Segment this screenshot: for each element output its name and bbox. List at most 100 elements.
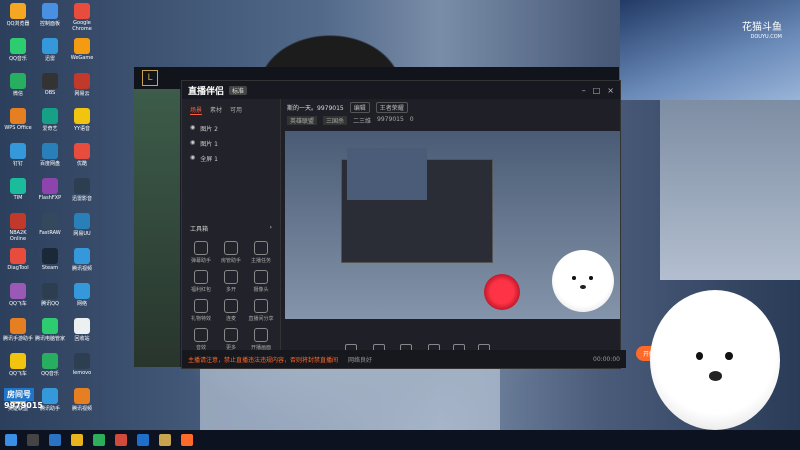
desktop-icon[interactable]: 腾讯视频 <box>66 388 98 412</box>
desktop-icon[interactable]: FastRAW <box>34 213 66 236</box>
windows-start-icon[interactable] <box>5 434 17 446</box>
tool-icon <box>194 328 208 342</box>
tool-item[interactable]: 更多 <box>216 328 246 351</box>
desktop-icon[interactable]: 腾讯QQ <box>34 283 66 307</box>
desktop-icon[interactable]: TIM <box>2 178 34 201</box>
desktop-icon[interactable]: 优酷 <box>66 143 98 167</box>
desktop-icon[interactable]: 控制面板 <box>34 3 66 27</box>
desktop-icon-label: WPS Office <box>4 125 32 131</box>
qq-icon[interactable] <box>137 434 149 446</box>
streaming-app-window[interactable]: 直播伴侣 标准 – □ × 场景 素材 可用 ◉ 图片 2 ◉ 图片 1 ◉ 全屏 1… <box>181 80 674 369</box>
tool-item[interactable]: 摄像头 <box>246 270 276 293</box>
wechat-icon[interactable] <box>93 434 105 446</box>
desktop-icon[interactable]: NBA2K Online <box>2 213 34 242</box>
desktop-icon[interactable]: WeGame <box>66 38 98 61</box>
desktop-icon[interactable]: 微信 <box>2 73 34 97</box>
app-icon <box>10 353 26 369</box>
scene-item[interactable]: ◉ 全屏 1 <box>182 151 280 166</box>
tool-item[interactable]: 多开 <box>216 270 246 293</box>
desktop-icon[interactable]: YY语音 <box>66 108 98 132</box>
desktop-icon[interactable]: QQ音乐 <box>34 353 66 377</box>
app-icon <box>74 73 90 89</box>
category-tag[interactable]: 英雄联盟 <box>287 116 318 125</box>
tool-item[interactable]: 福利红包 <box>186 270 216 293</box>
desktop-icon[interactable]: QQ飞车 <box>2 353 34 377</box>
panel-tabs: 场景 素材 可用 <box>182 99 280 121</box>
desktop-icon[interactable]: WPS Office <box>2 108 34 131</box>
app-icon <box>10 248 26 264</box>
minimize-icon[interactable]: – <box>582 86 586 95</box>
search-icon[interactable] <box>27 434 39 446</box>
tool-item[interactable]: 连麦 <box>216 299 246 322</box>
app-icon <box>74 38 90 54</box>
maximize-icon[interactable]: □ <box>593 86 601 95</box>
tool-label: 房管助手 <box>220 258 241 264</box>
desktop-icon[interactable]: 腾讯视频 <box>66 248 98 272</box>
viewer-count: 0 <box>409 116 414 123</box>
eye-icon[interactable]: ◉ <box>190 154 195 163</box>
scene-item[interactable]: ◉ 图片 2 <box>182 121 280 136</box>
chevron-right-icon[interactable]: › <box>270 224 272 233</box>
desktop-icon[interactable]: QQ音乐 <box>2 38 34 62</box>
desktop-icon-label: 腾讯视频 <box>71 266 92 272</box>
eye-icon[interactable]: ◉ <box>190 139 195 148</box>
tab-available[interactable]: 可用 <box>230 105 242 115</box>
lol-taskbar-icon[interactable] <box>159 434 171 446</box>
desktop-icon-label: 优酷 <box>76 161 87 167</box>
close-icon[interactable]: × <box>607 86 614 95</box>
desktop-icon-label: FlashFXP <box>38 195 62 201</box>
app-icon <box>10 178 26 194</box>
desktop-icon[interactable]: 网络 <box>66 283 98 307</box>
desktop-icon[interactable]: QQ浏览器 <box>2 3 34 27</box>
desktop-icon[interactable]: 迅雷 <box>34 38 66 62</box>
desktop-icon-label: QQ飞车 <box>9 371 27 377</box>
tool-item[interactable]: 弹幕助手 <box>186 241 216 264</box>
desktop-icon-label: 迅雷影音 <box>71 196 92 202</box>
room-number: 9979015 <box>4 401 43 410</box>
desktop-icon[interactable]: 迅雷影音 <box>66 178 98 202</box>
stream-app-taskbar-icon[interactable] <box>181 434 193 446</box>
app-icon <box>42 178 58 194</box>
desktop-icon[interactable]: Google Chrome <box>66 3 98 32</box>
edit-button[interactable]: 编辑 <box>349 102 370 113</box>
tool-label: 福利红包 <box>190 287 211 293</box>
tool-item[interactable]: 主播任务 <box>246 241 276 264</box>
app-header: 直播伴侣 标准 – □ × <box>182 81 620 99</box>
desktop-icon-label: WeGame <box>70 55 94 61</box>
desktop-icon[interactable]: 百度网盘 <box>34 143 66 167</box>
desktop-icon[interactable]: Steam <box>34 248 66 271</box>
tab-scenes[interactable]: 场景 <box>190 105 203 115</box>
eye-icon[interactable]: ◉ <box>190 124 195 133</box>
desktop-icon[interactable]: DiagTool <box>2 248 34 271</box>
tab-materials[interactable]: 素材 <box>210 105 222 115</box>
desktop-icon[interactable]: 腾讯电脑管家 <box>34 318 66 342</box>
tool-item[interactable]: 礼物特效 <box>186 299 216 322</box>
desktop-icon[interactable]: 爱奇艺 <box>34 108 66 132</box>
scene-panel: 场景 素材 可用 ◉ 图片 2 ◉ 图片 1 ◉ 全屏 1 工具箱 › 弹幕助手 房管助… <box>182 99 281 368</box>
desktop-icon[interactable]: 网易UU <box>66 213 98 237</box>
tool-item[interactable]: 音效 <box>186 328 216 351</box>
folder-icon[interactable] <box>71 434 83 446</box>
desktop-icon[interactable]: FlashFXP <box>34 178 66 201</box>
desktop-icon-label: TIM <box>13 195 23 201</box>
platform-selector[interactable]: 王者荣耀 <box>375 102 408 113</box>
desktop-icon[interactable]: QQ飞车 <box>2 283 34 307</box>
desktop-icon[interactable]: OBS <box>34 73 66 96</box>
chrome-icon[interactable] <box>115 434 127 446</box>
tool-icon <box>194 241 208 255</box>
desktop-icon[interactable]: lemovo <box>66 353 98 376</box>
desktop-icon[interactable]: 钉钉 <box>2 143 34 167</box>
desktop-icon[interactable]: 腾讯手游助手 <box>2 318 34 342</box>
desktop-icon[interactable]: 网易云 <box>66 73 98 97</box>
scene-item[interactable]: ◉ 图片 1 <box>182 136 280 151</box>
edge-icon[interactable] <box>49 434 61 446</box>
desktop-icon-label: YY语音 <box>73 126 91 132</box>
tool-item[interactable]: 直播间分享 <box>246 299 276 322</box>
desktop-icon-label: OBS <box>44 90 56 96</box>
desktop-icons: QQ浏览器 控制面板 Google Chrome QQ音乐 迅雷 WeGame 微信 OBS 网… <box>0 0 105 430</box>
tool-item[interactable]: 房管助手 <box>216 241 246 264</box>
desktop-icon[interactable]: 回收站 <box>66 318 98 342</box>
category-tag-2[interactable]: 三国杀 <box>323 116 348 125</box>
desktop-icon-label: 迅雷 <box>44 56 55 62</box>
tool-item[interactable]: 开播画面 <box>246 328 276 351</box>
